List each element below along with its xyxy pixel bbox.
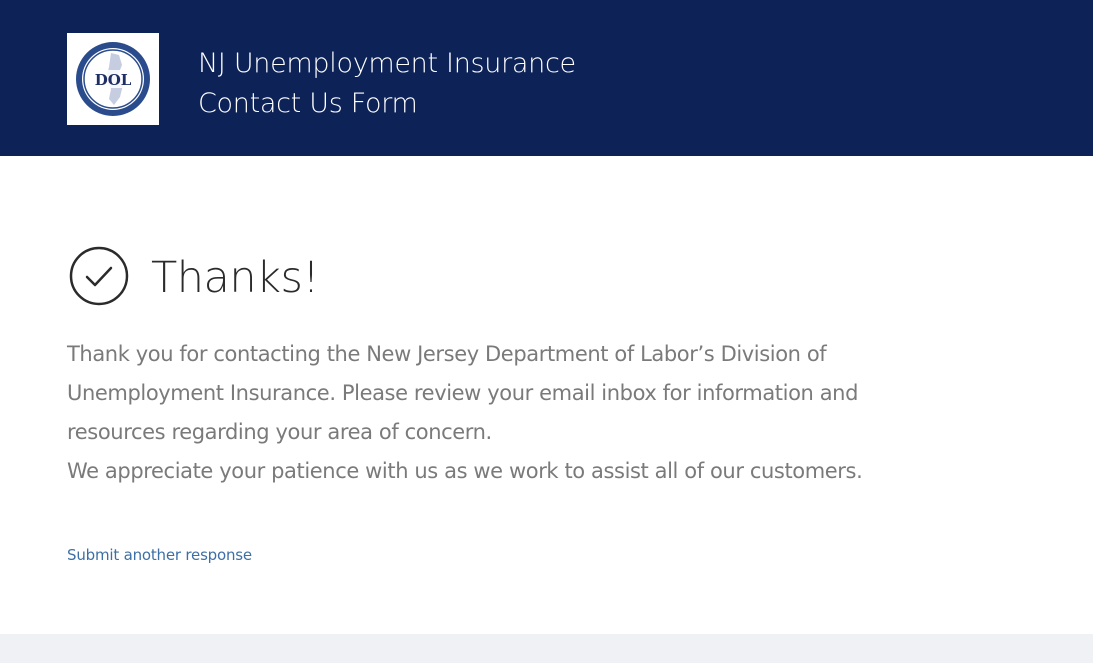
dol-logo: DOL <box>67 33 159 125</box>
message-line: resources regarding your area of concern… <box>67 420 492 444</box>
header-title-line2: Contact Us Form <box>198 88 418 119</box>
header-title-line1: NJ Unemployment Insurance <box>198 48 576 79</box>
check-circle-icon <box>67 244 131 312</box>
submit-another-response-link[interactable]: Submit another response <box>67 546 252 564</box>
footer-strip <box>0 634 1093 663</box>
confirmation-message: Thank you for contacting the New Jersey … <box>67 335 1027 491</box>
message-line: Thank you for contacting the New Jersey … <box>67 342 827 366</box>
svg-text:DOL: DOL <box>95 71 132 89</box>
header-bar: DOL NJ Unemployment Insurance Contact Us… <box>0 0 1093 156</box>
message-line: Unemployment Insurance. Please review yo… <box>67 381 859 405</box>
thanks-title: Thanks! <box>151 253 320 303</box>
message-line: We appreciate your patience with us as w… <box>67 459 863 483</box>
header-title: NJ Unemployment Insurance Contact Us For… <box>198 44 576 124</box>
